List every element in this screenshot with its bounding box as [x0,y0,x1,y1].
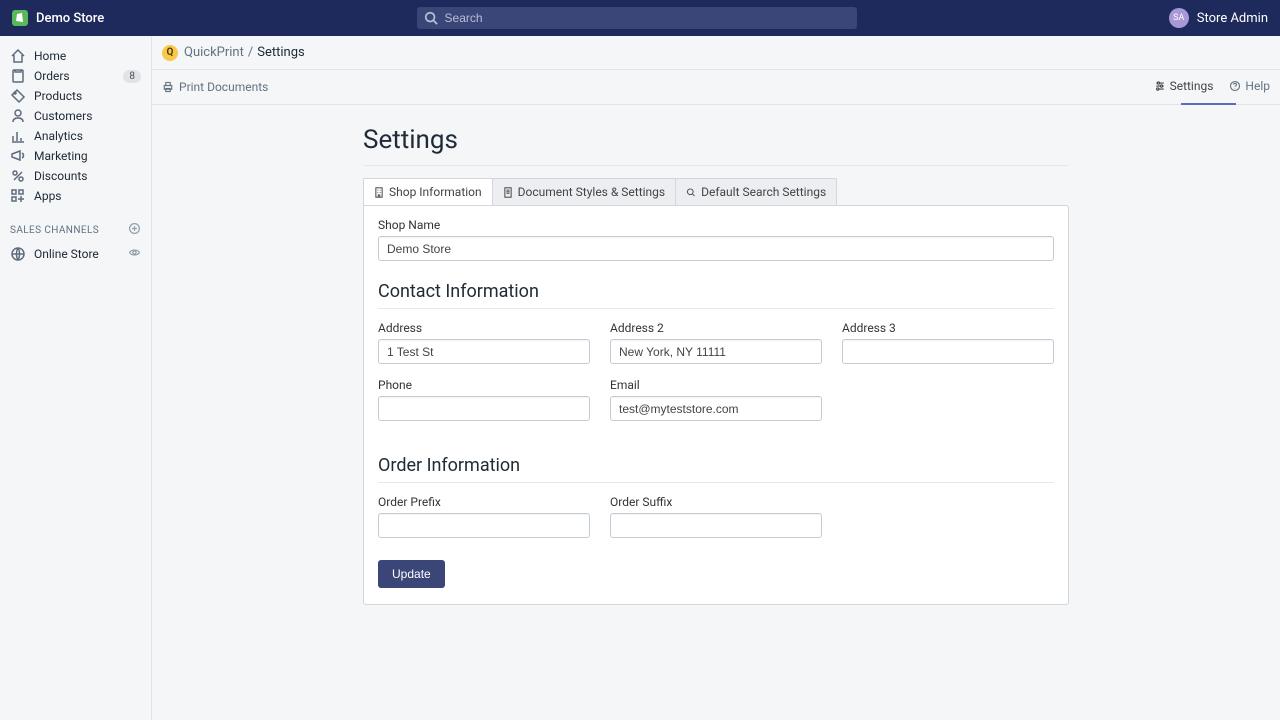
sidebar: Home Orders 8 Products Customers Analyti… [0,36,152,720]
label-order-suffix: Order Suffix [610,495,822,509]
store-icon [10,246,26,262]
bars-icon [10,128,26,144]
breadcrumb-app[interactable]: QuickPrint [184,45,244,60]
sidebar-item-products[interactable]: Products [0,86,151,106]
breadcrumb: Q QuickPrint / Settings [152,36,1280,70]
settings-tabs: Shop Information Document Styles & Setti… [363,178,1069,205]
sales-channels-header: SALES CHANNELS [0,206,151,244]
subnav-print-documents[interactable]: Print Documents [162,80,268,94]
store-name[interactable]: Demo Store [36,11,104,26]
sidebar-item-discounts[interactable]: Discounts [0,166,151,186]
sidebar-item-customers[interactable]: Customers [0,106,151,126]
input-order-prefix[interactable] [378,513,590,538]
megaphone-icon [10,148,26,164]
sidebar-item-online-store[interactable]: Online Store [0,244,151,264]
subnav-help[interactable]: Help [1229,79,1270,95]
avatar[interactable]: SA [1169,8,1189,28]
printer-icon [162,81,174,93]
settings-form-card: Shop Name Contact Information Address Ad… [363,205,1069,605]
subnav-settings[interactable]: Settings [1154,79,1214,95]
search-icon [686,187,696,198]
section-contact-information: Contact Information [378,281,1054,302]
sidebar-item-marketing[interactable]: Marketing [0,146,151,166]
tab-default-search[interactable]: Default Search Settings [675,178,837,205]
tab-label: Document Styles & Settings [518,185,665,199]
input-email[interactable] [610,396,822,421]
home-icon [10,48,26,64]
label-order-prefix: Order Prefix [378,495,590,509]
input-phone[interactable] [378,396,590,421]
input-address2[interactable] [610,339,822,364]
document-icon [503,187,513,198]
subnav: Print Documents Settings Help [152,70,1280,105]
sidebar-item-apps[interactable]: Apps [0,186,151,206]
sidebar-item-label: Analytics [34,129,83,143]
sidebar-item-label: Home [34,49,66,63]
question-circle-icon [1229,80,1241,92]
sidebar-item-label: Discounts [34,169,87,183]
user-icon [10,108,26,124]
sidebar-item-home[interactable]: Home [0,46,151,66]
sidebar-item-label: Online Store [34,247,99,261]
sidebar-item-label: Customers [34,109,92,123]
search-input[interactable] [417,7,857,29]
admin-name[interactable]: Store Admin [1197,11,1268,26]
tab-label: Default Search Settings [701,185,826,199]
subnav-print-label: Print Documents [179,80,268,94]
update-button[interactable]: Update [378,560,445,588]
sidebar-item-label: Apps [34,189,62,203]
label-shop-name: Shop Name [378,218,1054,232]
sidebar-item-orders[interactable]: Orders 8 [0,66,151,86]
input-address3[interactable] [842,339,1054,364]
input-order-suffix[interactable] [610,513,822,538]
percent-icon [10,168,26,184]
subnav-help-label: Help [1245,79,1270,93]
orders-icon [10,68,26,84]
sales-channels-label: SALES CHANNELS [10,225,99,236]
label-email: Email [610,378,822,392]
section-order-information: Order Information [378,455,1054,476]
sidebar-item-label: Products [34,89,82,103]
topbar: Demo Store SA Store Admin [0,0,1280,36]
platform-logo-icon [12,10,28,26]
label-address3: Address 3 [842,321,1054,335]
label-address: Address [378,321,590,335]
label-phone: Phone [378,378,590,392]
tab-label: Shop Information [389,185,482,199]
search-container [417,7,857,29]
orders-badge: 8 [123,70,141,83]
label-address2: Address 2 [610,321,822,335]
search-icon [424,11,438,25]
tag-icon [10,88,26,104]
tab-shop-information[interactable]: Shop Information [363,178,493,205]
divider [378,482,1054,483]
divider [378,308,1054,309]
content-area: Settings Shop Information Document Style… [152,105,1280,720]
plus-circle-icon[interactable] [128,222,141,238]
app-logo-icon: Q [162,45,178,61]
input-shop-name[interactable] [378,236,1054,261]
tab-document-styles[interactable]: Document Styles & Settings [492,178,676,205]
sidebar-item-label: Marketing [34,149,88,163]
subnav-settings-label: Settings [1170,79,1214,93]
sliders-icon [1154,80,1166,92]
breadcrumb-separator: / [248,45,253,60]
sidebar-item-label: Orders [34,69,70,83]
input-address[interactable] [378,339,590,364]
breadcrumb-page: Settings [257,45,304,60]
building-icon [374,187,384,198]
sidebar-item-analytics[interactable]: Analytics [0,126,151,146]
page-title: Settings [363,115,1069,166]
apps-icon [10,188,26,204]
eye-icon[interactable] [128,246,141,262]
